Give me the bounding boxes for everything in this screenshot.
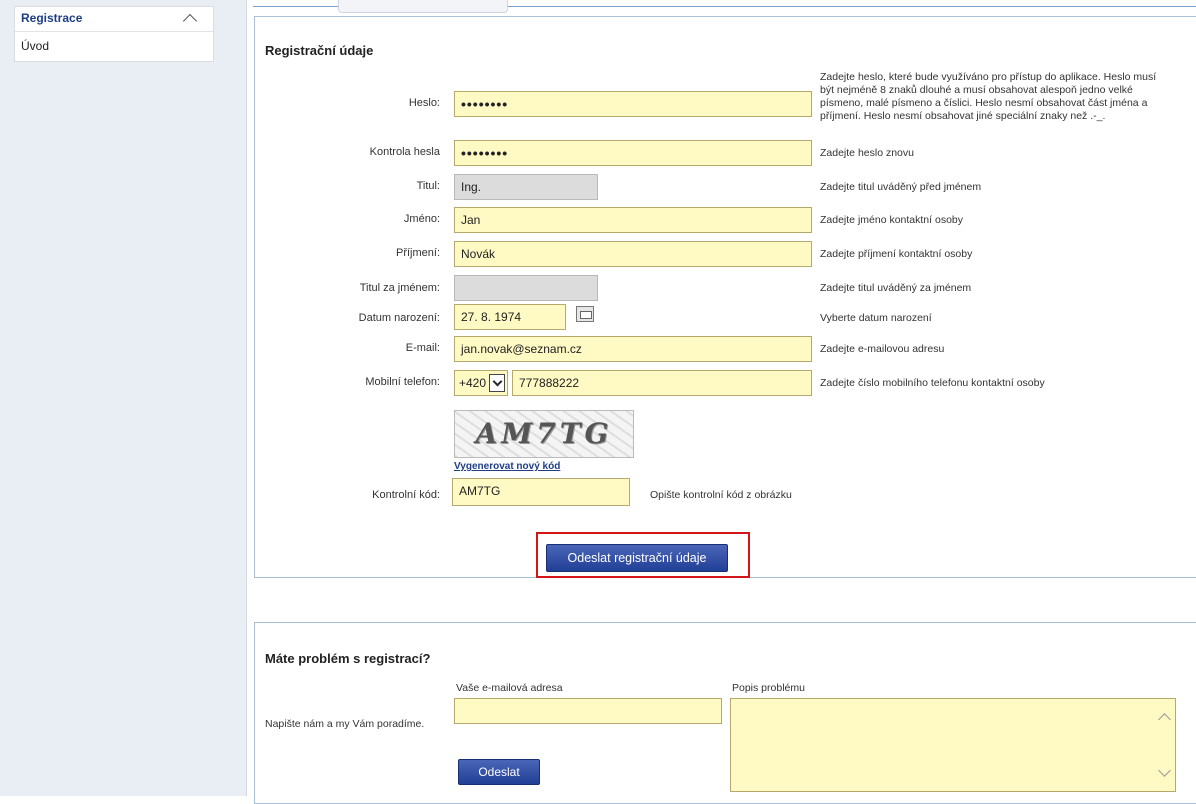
left-navigation: Registrace Úvod bbox=[0, 0, 247, 796]
scroll-down-icon[interactable] bbox=[1158, 764, 1171, 777]
problem-email-label: Vaše e-mailová adresa bbox=[456, 682, 563, 694]
captcha-image: AM7TG bbox=[454, 410, 634, 458]
phone-prefix-select[interactable]: +420 bbox=[454, 370, 508, 396]
problem-email-input[interactable] bbox=[454, 698, 722, 724]
top-tab[interactable] bbox=[338, 0, 508, 13]
last-name-hint: Zadejte příjmení kontaktní osoby bbox=[820, 248, 973, 260]
last-name-input[interactable]: Novák bbox=[454, 241, 812, 267]
email-hint: Zadejte e-mailovou adresu bbox=[820, 343, 945, 355]
control-code-label: Kontrolní kód: bbox=[372, 489, 440, 501]
mobile-hint: Zadejte číslo mobilního telefonu kontakt… bbox=[820, 377, 1045, 389]
mobile-label: Mobilní telefon: bbox=[365, 376, 440, 388]
birth-date-hint: Vyberte datum narození bbox=[820, 312, 932, 324]
scroll-up-icon[interactable] bbox=[1158, 713, 1171, 726]
title-after-input[interactable] bbox=[454, 275, 598, 301]
sidebar-header-label: Registrace bbox=[21, 11, 83, 25]
calendar-icon[interactable] bbox=[576, 306, 594, 322]
problem-title: Máte problém s registrací? bbox=[265, 651, 431, 666]
password-check-label: Kontrola hesla bbox=[369, 146, 440, 158]
birth-date-input[interactable]: 27. 8. 1974 bbox=[454, 304, 566, 330]
send-problem-button[interactable]: Odeslat bbox=[458, 759, 540, 785]
first-name-label: Jméno: bbox=[403, 213, 440, 225]
email-label: E-mail: bbox=[405, 342, 440, 354]
regenerate-captcha-link[interactable]: Vygenerovat nový kód bbox=[454, 461, 560, 472]
control-code-hint: Opište kontrolní kód z obrázku bbox=[650, 489, 792, 501]
birth-date-label: Datum narození: bbox=[358, 312, 440, 324]
captcha-image-text: AM7TG bbox=[475, 417, 613, 450]
title-before-hint: Zadejte titul uváděný před jménem bbox=[820, 181, 982, 193]
mobile-input[interactable]: 777888222 bbox=[512, 370, 812, 396]
chevron-down-icon[interactable] bbox=[489, 374, 505, 392]
password-check-input[interactable]: •••••••• bbox=[454, 140, 812, 166]
title-after-label: Titul za jménem: bbox=[359, 282, 440, 294]
title-before-label: Titul: bbox=[416, 180, 440, 192]
registration-title: Registrační údaje bbox=[265, 43, 374, 58]
problem-note: Napište nám a my Vám poradíme. bbox=[265, 718, 425, 730]
title-after-hint: Zadejte titul uváděný za jménem bbox=[820, 282, 972, 294]
password-hint: Zadejte heslo, které bude využíváno pro … bbox=[820, 71, 1157, 122]
email-input[interactable]: jan.novak@seznam.cz bbox=[454, 336, 812, 362]
problem-desc-label: Popis problému bbox=[732, 682, 805, 694]
chevron-up-icon[interactable] bbox=[182, 13, 198, 29]
sidebar-panel: Registrace Úvod bbox=[14, 6, 214, 62]
first-name-hint: Zadejte jméno kontaktní osoby bbox=[820, 214, 964, 226]
password-label: Heslo: bbox=[408, 97, 440, 109]
password-input[interactable]: •••••••• bbox=[454, 91, 812, 117]
highlight-frame bbox=[536, 532, 750, 578]
password-check-hint: Zadejte heslo znovu bbox=[820, 147, 914, 159]
control-code-input[interactable]: AM7TG bbox=[452, 478, 630, 506]
problem-description-textarea[interactable] bbox=[730, 698, 1176, 792]
sidebar-item-uvod[interactable]: Úvod bbox=[21, 39, 49, 53]
last-name-label: Příjmení: bbox=[395, 247, 440, 259]
first-name-input[interactable]: Jan bbox=[454, 207, 812, 233]
phone-prefix-value: +420 bbox=[459, 376, 487, 390]
title-before-input[interactable]: Ing. bbox=[454, 174, 598, 200]
sidebar-header[interactable]: Registrace bbox=[15, 7, 213, 32]
